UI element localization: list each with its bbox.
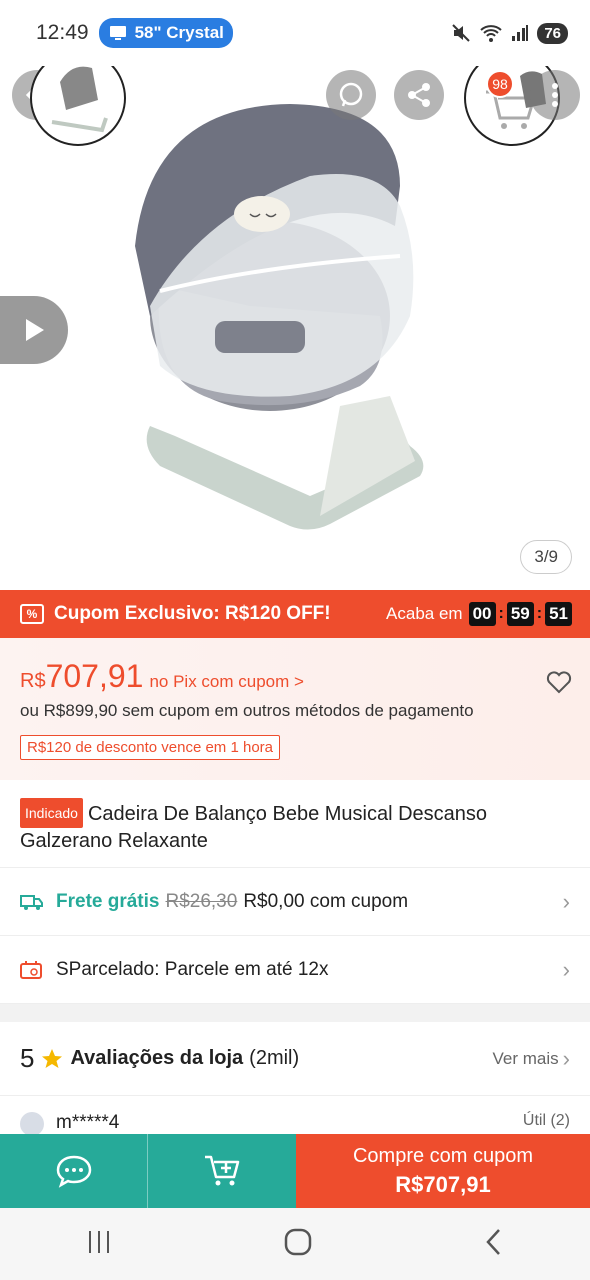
status-bar: 12:49 58" Crystal 76 [0, 0, 590, 66]
pix-coupon-link[interactable]: no Pix com cupom > [149, 672, 304, 692]
review-item: m*****4 Útil (2) [0, 1096, 590, 1136]
product-title-text: Cadeira De Balanço Bebe Musical Descanso… [20, 803, 488, 852]
favorite-button[interactable] [546, 670, 572, 699]
reviews-title: Avaliações da loja [70, 1047, 244, 1069]
discount-expiry-tag: R$120 de desconto vence em 1 hora [20, 735, 280, 760]
alternative-price: ou R$899,90 sem cupom em outros métodos … [20, 701, 474, 720]
whatsapp-icon [339, 82, 363, 107]
system-nav-bar [0, 1208, 590, 1280]
recent-apps-icon [89, 1230, 110, 1253]
home-button[interactable] [283, 1227, 313, 1262]
installments-row[interactable]: SParcelado: Parcele em até 12x › [0, 936, 590, 1004]
heart-icon [546, 671, 572, 694]
wifi-icon [480, 25, 502, 42]
more-options-button[interactable] [530, 70, 580, 120]
signal-icon [512, 25, 529, 41]
status-icons: 76 [451, 22, 568, 44]
timer-seconds: 51 [545, 602, 572, 626]
timer-hours: 00 [468, 602, 496, 626]
mute-icon [452, 24, 471, 42]
indicado-badge: Indicado [20, 798, 83, 828]
coupon-ends-label: Acaba em [386, 604, 463, 623]
useful-button[interactable]: Útil (2) [523, 1112, 570, 1130]
shipping-new-price: R$0,00 com cupom [243, 890, 409, 912]
buy-price: R$707,91 [395, 1171, 491, 1197]
play-icon [26, 319, 44, 341]
installments-label: SParcelado: Parcele em até 12x [56, 958, 329, 980]
price-section: R$ 707,91 no Pix com cupom > ou R$899,90… [0, 638, 590, 780]
chat-button[interactable] [0, 1134, 148, 1208]
shipping-row[interactable]: Frete grátis R$26,30 R$0,00 com cupom › [0, 868, 590, 936]
chat-icon [56, 1155, 91, 1188]
avatar [20, 1112, 44, 1136]
back-nav-button[interactable] [482, 1227, 506, 1262]
play-video-button[interactable] [0, 296, 68, 364]
chevron-right-icon: › [562, 888, 570, 914]
shipping-old-price: R$26,30 [165, 890, 238, 912]
product-title: Indicado Cadeira De Balanço Bebe Musical … [20, 798, 570, 854]
price-currency: R$ [20, 670, 46, 692]
coupon-banner[interactable]: % Cupom Exclusivo: R$120 OFF! Acaba em 0… [0, 590, 590, 638]
truck-icon [20, 893, 46, 911]
buy-with-coupon-button[interactable]: Compre com cupom R$707,91 [296, 1134, 590, 1208]
installment-icon [20, 960, 46, 980]
countdown-timer: 00 : 59 : 51 [468, 602, 572, 626]
price-line[interactable]: R$ 707,91 no Pix com cupom > [20, 658, 570, 695]
status-time: 12:49 [36, 21, 89, 44]
home-icon [284, 1228, 312, 1255]
battery-indicator: 76 [537, 22, 568, 44]
product-gallery[interactable]: 98 3/9 [0, 66, 590, 590]
coupon-title: Cupom Exclusivo: R$120 OFF! [54, 603, 331, 624]
cart-badge: 98 [486, 70, 514, 98]
price-amount: 707,91 [45, 658, 144, 694]
timer-separator: : [536, 605, 543, 622]
see-more-link[interactable]: Ver mais [493, 1049, 559, 1069]
store-rating: 5 [20, 1043, 35, 1073]
share-icon [408, 83, 430, 107]
section-divider [0, 1004, 590, 1022]
cast-icon [109, 26, 126, 40]
image-counter: 3/9 [520, 540, 572, 574]
store-reviews-row[interactable]: 5 Avaliações da loja (2mil) Ver mais › [0, 1022, 590, 1096]
coupon-icon: % [20, 604, 44, 624]
cast-label: 58" Crystal [134, 23, 224, 42]
chevron-right-icon: › [562, 956, 570, 982]
more-vertical-icon [552, 83, 558, 107]
reviewer-name: m*****4 [56, 1112, 120, 1133]
free-shipping-label: Frete grátis [56, 890, 160, 912]
chevron-right-icon: › [562, 1045, 570, 1071]
product-title-section: Indicado Cadeira De Balanço Bebe Musical … [0, 780, 590, 868]
share-button[interactable] [394, 70, 444, 120]
bottom-action-bar: Compre com cupom R$707,91 [0, 1134, 590, 1208]
add-to-cart-button[interactable] [148, 1134, 296, 1208]
reviews-count: (2mil) [249, 1047, 300, 1069]
timer-separator: : [498, 605, 504, 622]
star-icon [42, 1048, 63, 1068]
recent-apps-button[interactable] [84, 1229, 114, 1260]
buy-label: Compre com cupom [352, 1144, 534, 1167]
whatsapp-share-button[interactable] [326, 70, 376, 120]
chevron-left-icon [485, 1228, 500, 1255]
cast-pill[interactable]: 58" Crystal [98, 18, 233, 48]
add-cart-icon [205, 1155, 240, 1186]
timer-minutes: 59 [506, 602, 534, 626]
